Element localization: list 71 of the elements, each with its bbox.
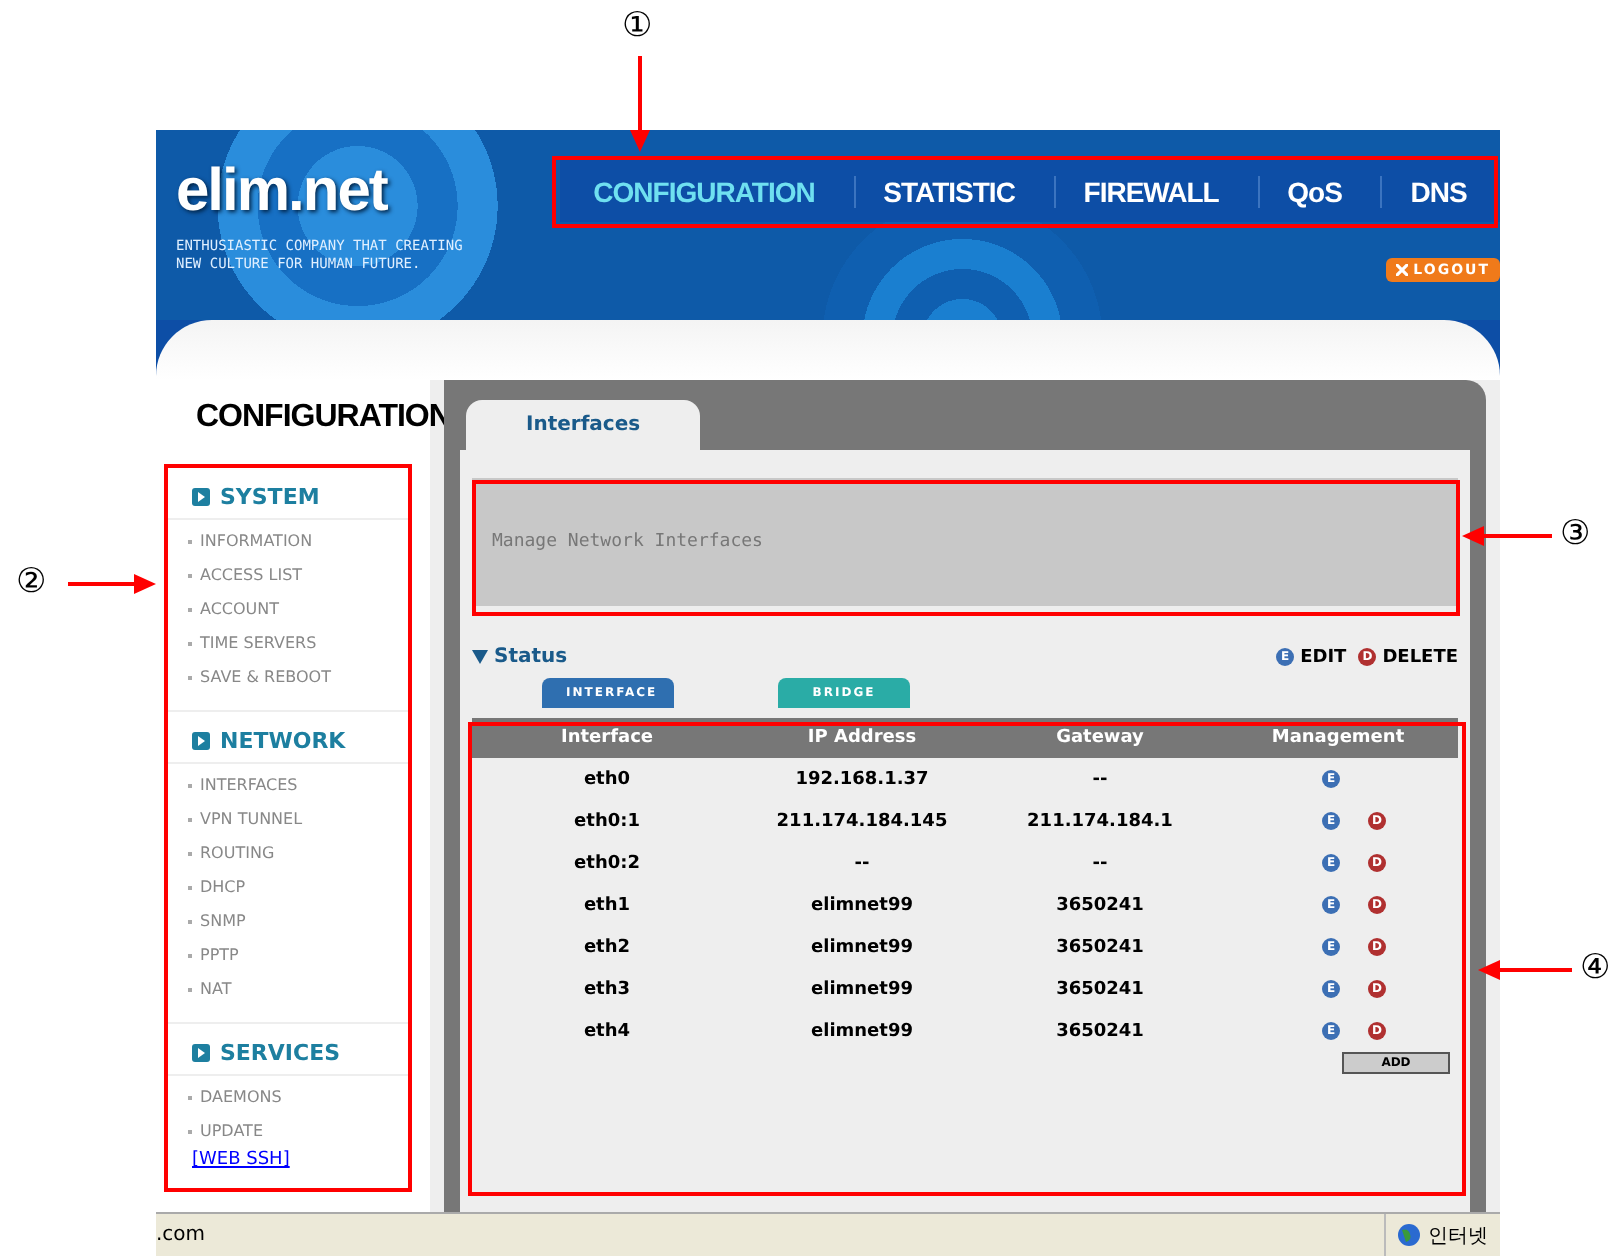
table-cell-text: eth1 — [581, 895, 633, 915]
table-cell-text: 3650241 — [1054, 1021, 1146, 1041]
sidebar-item[interactable]: DAEMONS — [200, 1085, 282, 1109]
table-cell-text: 211.174.184.1 — [1025, 811, 1175, 831]
column-header: Management — [1269, 728, 1407, 748]
callout-number: ② — [16, 562, 47, 602]
sidebar-item[interactable]: VPN TUNNEL — [200, 807, 303, 831]
nav-item[interactable]: QoS — [1257, 175, 1370, 207]
status-text: .com — [156, 1224, 206, 1246]
column-header: Gateway — [1054, 728, 1146, 748]
table-cell-text: 211.174.184.145 — [774, 811, 950, 831]
nav-item[interactable]: CONFIGURATION — [565, 175, 843, 207]
table-cell-text: elimnet99 — [809, 895, 915, 915]
section-heading: SYSTEM — [220, 484, 320, 510]
callout-number: ④ — [1580, 948, 1611, 988]
sidebar-item[interactable]: INFORMATION — [200, 529, 313, 553]
sidebar-item[interactable]: SNMP — [200, 909, 246, 933]
sidebar-item[interactable]: SAVE & REBOOT — [200, 665, 331, 689]
table-cell-text: elimnet99 — [809, 979, 915, 999]
table-cell-text: 3650241 — [1054, 979, 1146, 999]
sidebar-title: CONFIGURATION — [196, 400, 451, 436]
square-bullet-icon — [192, 1044, 210, 1062]
callout-number: ③ — [1560, 514, 1591, 554]
sidebar-item[interactable]: INTERFACES — [200, 773, 298, 797]
legend-label: DELETE — [1382, 647, 1458, 667]
sidebar-item[interactable]: ROUTING — [200, 841, 275, 865]
sidebar-item[interactable]: UPDATE — [200, 1119, 263, 1143]
logo: elim.net — [176, 158, 387, 226]
column-header: Interface — [558, 728, 656, 748]
table-cell-text: eth4 — [581, 1021, 633, 1041]
sidebar-item[interactable]: DHCP — [200, 875, 246, 899]
table-cell-text: 192.168.1.37 — [793, 769, 931, 789]
callout-arrow — [68, 574, 156, 594]
sidebar-item[interactable]: TIME SERVERS — [200, 631, 317, 655]
table-cell-text: eth0:1 — [572, 811, 642, 831]
nav-item[interactable]: STATISTIC — [853, 175, 1043, 207]
status-heading: Status — [494, 646, 568, 668]
table-cell-text: eth2 — [581, 937, 633, 957]
table-cell-text: 3650241 — [1054, 895, 1146, 915]
sidebar-item[interactable]: ACCOUNT — [200, 597, 280, 621]
table-cell-text: eth0 — [581, 769, 633, 789]
globe-icon — [1398, 1224, 1420, 1246]
section-heading: NETWORK — [220, 728, 346, 754]
nav-item[interactable]: DNS — [1380, 175, 1495, 207]
table-cell-text: -- — [852, 853, 872, 873]
table-cell-text: elimnet99 — [809, 937, 915, 957]
sidebar-item[interactable]: ACCESS LIST — [200, 563, 303, 587]
table-cell-text: elimnet99 — [809, 1021, 915, 1041]
sidebar-item[interactable]: NAT — [200, 977, 232, 1001]
table-cell-text: eth3 — [581, 979, 633, 999]
table-cell-text: -- — [1090, 769, 1110, 789]
callout-arrow — [630, 56, 650, 152]
square-bullet-icon — [192, 732, 210, 750]
square-bullet-icon — [192, 488, 210, 506]
zone-label: 인터넷 — [1428, 1223, 1488, 1249]
sidebar-item[interactable]: PPTP — [200, 943, 239, 967]
triangle-down-icon — [472, 650, 488, 664]
web-ssh-link[interactable]: [WEB SSH] — [192, 1148, 290, 1172]
close-icon — [1395, 264, 1408, 276]
callout-arrow — [1462, 526, 1552, 546]
nav-item[interactable]: FIREWALL — [1053, 175, 1247, 207]
tab[interactable]: Interfaces — [466, 400, 701, 450]
callout-arrow — [1478, 960, 1572, 980]
table-cell-text: eth0:2 — [572, 853, 642, 873]
table-cell-text: 3650241 — [1054, 937, 1146, 957]
table-cell-text: -- — [1090, 853, 1110, 873]
section-heading: SERVICES — [220, 1040, 341, 1066]
description-text: Manage Network Interfaces — [492, 532, 763, 552]
column-header: IP Address — [805, 728, 919, 748]
legend-label: EDIT — [1300, 647, 1347, 667]
callout-number: ① — [622, 6, 653, 46]
